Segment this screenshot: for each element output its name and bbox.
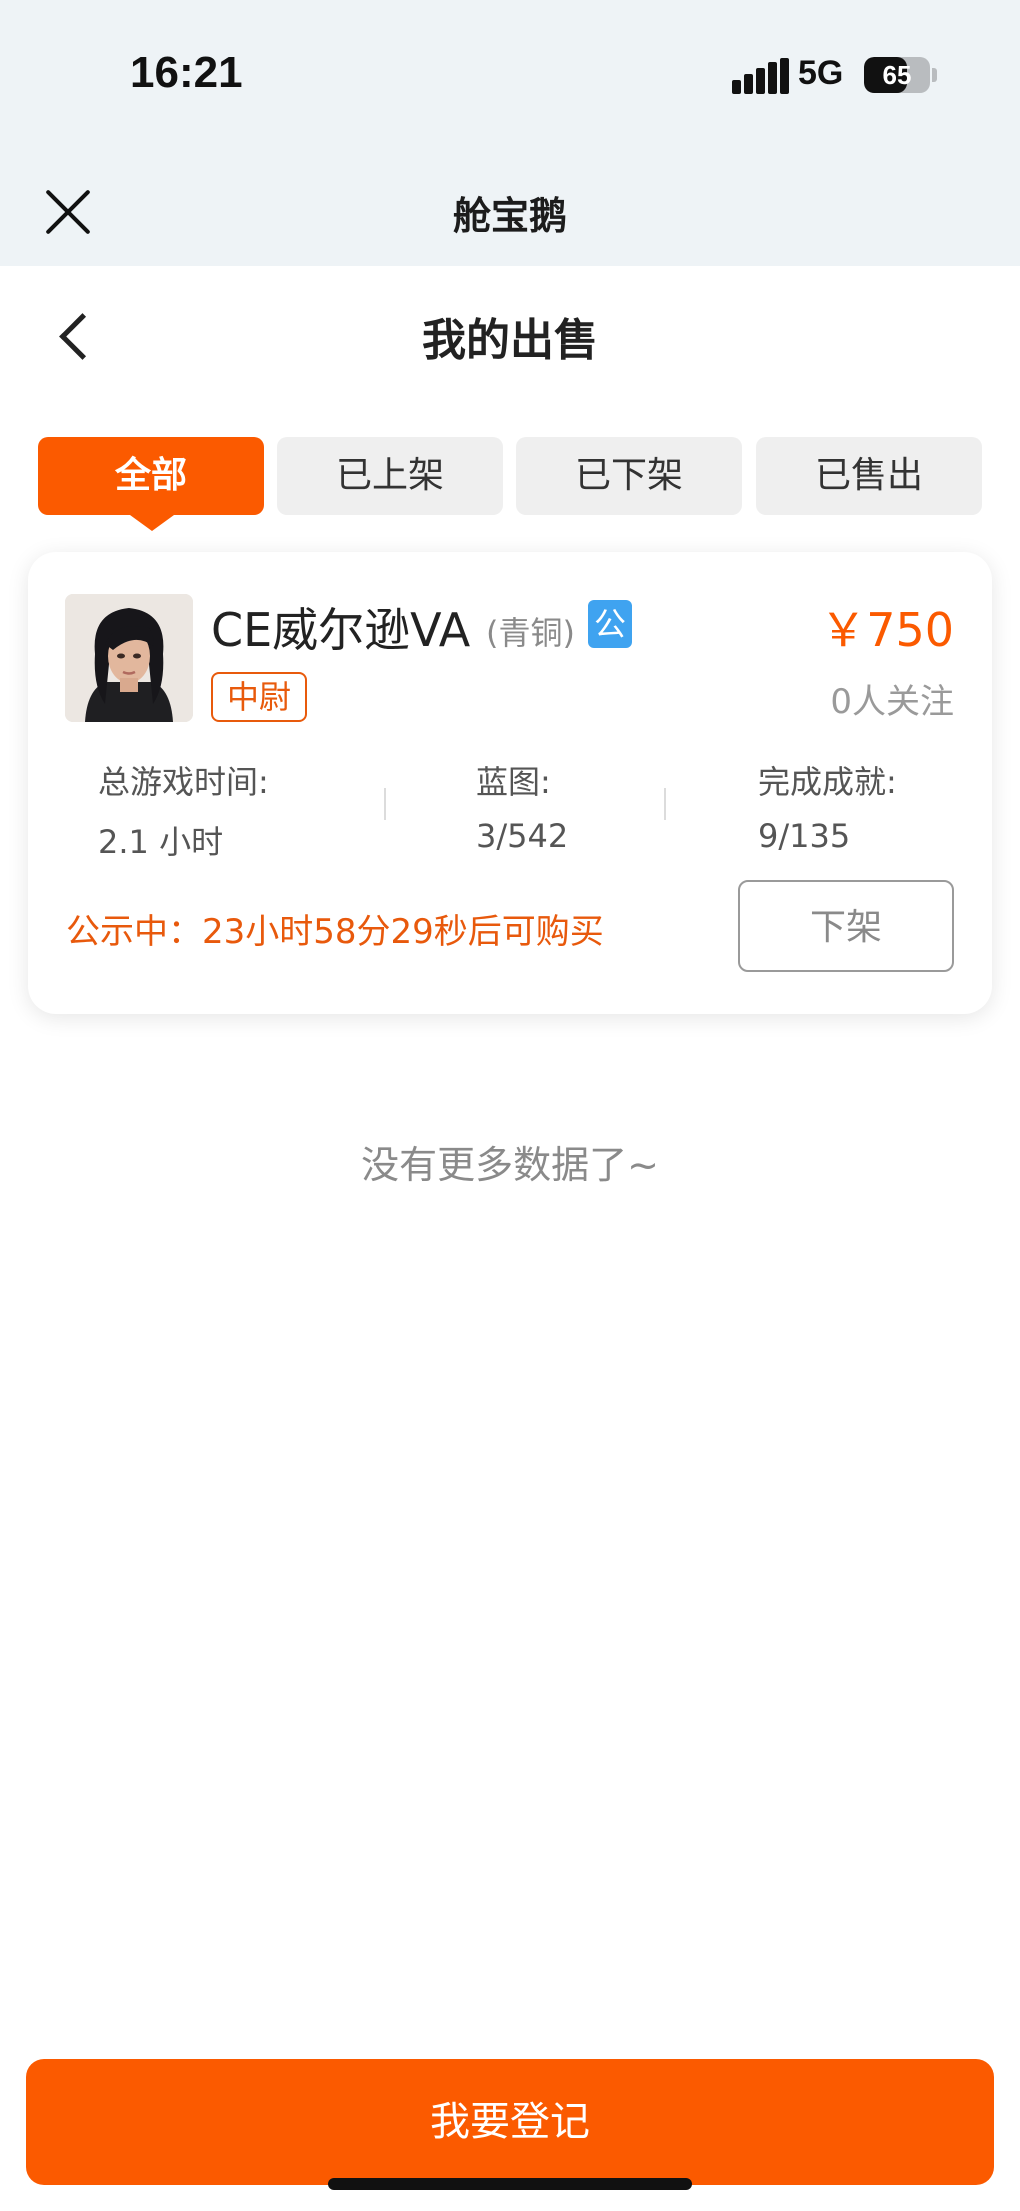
avatar [65, 594, 193, 722]
tab-all[interactable]: 全部 [38, 437, 264, 531]
battery-icon: 65 [864, 57, 930, 93]
network-type: 5G [798, 54, 844, 92]
battery-tip [932, 68, 937, 82]
battery-level: 65 [882, 60, 912, 90]
tab-listed[interactable]: 已上架 [277, 437, 503, 515]
miniapp-header: 16:21 5G 65 舱宝鹅 [0, 0, 1020, 266]
stat-achievements: 完成成就: 9/135 [758, 757, 897, 855]
app-title: 舱宝鹅 [452, 194, 567, 238]
listing-card[interactable]: CE威尔逊VA (青铜) 公 中尉 ￥750 0人关注 总游戏时间: 2.1 小… [28, 552, 992, 1014]
stat-label: 蓝图: [476, 763, 551, 801]
stat-value: 2.1 小时 [98, 823, 224, 861]
tab-sold[interactable]: 已售出 [756, 437, 982, 515]
stat-value: 9/135 [758, 817, 851, 855]
status-time: 16:21 [130, 48, 243, 97]
page-title: 我的出售 [422, 315, 598, 366]
rank-tag: 中尉 [211, 672, 308, 722]
tab-delisted[interactable]: 已下架 [516, 437, 742, 515]
followers-count: 0人关注 [830, 682, 954, 722]
stat-playtime: 总游戏时间: 2.1 小时 [98, 757, 269, 863]
public-badge: 公 [588, 600, 632, 648]
signal-icon [732, 58, 789, 94]
stat-label: 完成成就: [758, 763, 897, 801]
publicity-notice: 公示中：23小时58分29秒后可购买 [66, 912, 604, 952]
delist-button[interactable]: 下架 [738, 880, 954, 972]
character-portrait [65, 594, 193, 722]
home-indicator [328, 2178, 692, 2190]
stat-divider [664, 788, 666, 820]
stat-label: 总游戏时间: [98, 763, 269, 801]
item-grade: (青铜) [486, 614, 575, 652]
filter-tabs: 全部 已上架 已下架 已售出 [38, 437, 982, 531]
price: ￥750 [820, 603, 954, 657]
register-button[interactable]: 我要登记 [26, 2059, 994, 2185]
stat-blueprints: 蓝图: 3/542 [476, 757, 568, 855]
list-end-text: 没有更多数据了~ [361, 1143, 659, 1187]
item-name: CE威尔逊VA [211, 603, 471, 657]
stat-divider [384, 788, 386, 820]
stat-value: 3/542 [476, 817, 569, 855]
